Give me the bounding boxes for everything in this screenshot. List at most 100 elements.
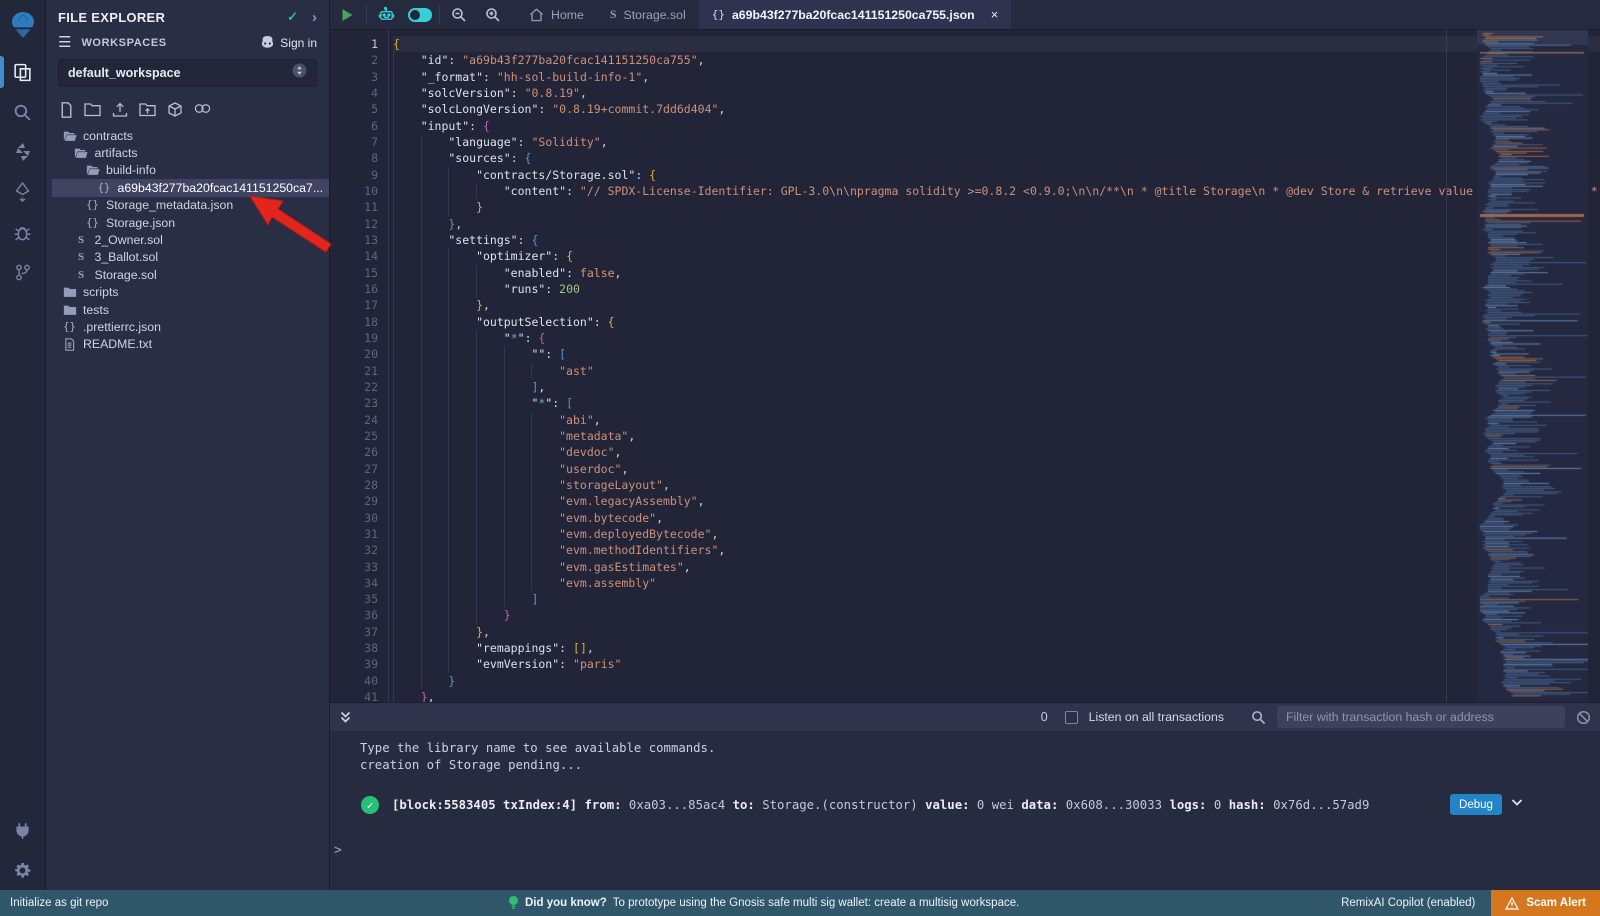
terminal[interactable]: Type the library name to see available c… bbox=[330, 731, 1600, 890]
tab-storage-sol[interactable]: SStorage.sol bbox=[597, 0, 699, 29]
indent-guide bbox=[393, 428, 421, 444]
tree-item-storage-json[interactable]: {}Storage.json bbox=[52, 214, 329, 231]
minimap[interactable] bbox=[1477, 30, 1588, 702]
sidebar-item-plugin-manager[interactable] bbox=[0, 810, 46, 850]
workspace-select[interactable]: default_workspace bbox=[58, 59, 317, 87]
workspaces-label: WORKSPACES bbox=[81, 37, 260, 49]
chevron-right-icon[interactable]: › bbox=[312, 10, 317, 25]
sidebar-item-file-explorer[interactable] bbox=[0, 52, 46, 92]
remix-logo-icon[interactable] bbox=[0, 0, 46, 52]
load-cube-icon[interactable] bbox=[167, 102, 183, 118]
zoom-in-icon[interactable] bbox=[476, 0, 510, 29]
tree-item-storage-sol[interactable]: SStorage.sol bbox=[52, 266, 329, 283]
line-number: 14 bbox=[330, 248, 378, 264]
tree-item-2-owner-sol[interactable]: S2_Owner.sol bbox=[52, 231, 329, 248]
indent-guide bbox=[421, 265, 449, 281]
tx-segment: 0x608...30033 bbox=[1058, 798, 1169, 812]
code-token: * bbox=[511, 331, 518, 345]
upload-file-icon[interactable] bbox=[112, 102, 128, 118]
code-line: "settings": { bbox=[393, 232, 1600, 248]
indent-guide bbox=[393, 183, 421, 199]
tab-home[interactable]: Home bbox=[516, 0, 597, 29]
indent-guide bbox=[393, 526, 421, 542]
sidebar-item-solidity-compiler[interactable] bbox=[0, 132, 46, 172]
transaction-row[interactable]: ✓ [block:5583405 txIndex:4] from: 0xa03.… bbox=[330, 793, 1600, 817]
github-icon bbox=[260, 36, 275, 50]
indent-guide bbox=[393, 232, 421, 248]
indent-guide bbox=[421, 199, 449, 215]
tree-item-readme-txt[interactable]: README.txt bbox=[52, 336, 329, 353]
indent-guide bbox=[421, 150, 449, 166]
line-number: 28 bbox=[330, 477, 378, 493]
sidebar-item-debugger[interactable] bbox=[0, 212, 46, 252]
copilot-status[interactable]: RemixAI Copilot (enabled) bbox=[1341, 897, 1475, 909]
new-file-icon[interactable] bbox=[60, 102, 73, 118]
zoom-out-icon[interactable] bbox=[442, 0, 476, 29]
tree-item-scripts[interactable]: scripts bbox=[52, 284, 329, 301]
line-number: 31 bbox=[330, 526, 378, 542]
sidebar-item-settings[interactable] bbox=[0, 850, 46, 890]
tree-item-label: a69b43f277ba20fcac141151250ca7... bbox=[118, 181, 324, 195]
solidity-icon: S bbox=[74, 234, 89, 246]
tree-item-label: scripts bbox=[83, 285, 119, 299]
indent-guide bbox=[448, 559, 476, 575]
sidebar-item-search[interactable] bbox=[0, 92, 46, 132]
indent-guide bbox=[448, 510, 476, 526]
tree-item-build-info[interactable]: build-info bbox=[52, 162, 329, 179]
copilot-toggle[interactable] bbox=[403, 0, 437, 29]
tree-item-artifacts[interactable]: artifacts bbox=[52, 144, 329, 161]
code-token: "input" bbox=[421, 119, 469, 133]
code-token: [ bbox=[566, 396, 573, 410]
code-token: { bbox=[483, 119, 490, 133]
code-token: : bbox=[545, 282, 559, 296]
indent-guide bbox=[448, 395, 476, 411]
tree-item-a69b43f277ba20fcac141151250ca7-[interactable]: {}a69b43f277ba20fcac141151250ca7... bbox=[52, 179, 329, 196]
close-tab-icon[interactable]: × bbox=[991, 7, 999, 22]
filter-input[interactable] bbox=[1277, 706, 1565, 728]
tree-item--prettierrc-json[interactable]: {}.prettierrc.json bbox=[52, 318, 329, 335]
tree-item-3-ballot-sol[interactable]: S3_Ballot.sol bbox=[52, 249, 329, 266]
listen-all-checkbox[interactable] bbox=[1065, 711, 1078, 724]
collapse-terminal-icon[interactable] bbox=[339, 710, 352, 724]
indent-guide bbox=[393, 542, 421, 558]
ai-assistant-icon[interactable] bbox=[369, 0, 403, 29]
run-script-button[interactable] bbox=[330, 0, 364, 29]
tab-a69b43f277ba20fcac141151250ca755-json[interactable]: {}a69b43f277ba20fcac141151250ca755.json× bbox=[699, 0, 1012, 29]
check-icon: ✓ bbox=[287, 9, 298, 25]
git-init-button[interactable]: Initialize as git repo bbox=[10, 897, 108, 909]
line-number: 36 bbox=[330, 607, 378, 623]
line-number: 11 bbox=[330, 199, 378, 215]
indent-guide bbox=[448, 346, 476, 362]
import-link-icon[interactable] bbox=[194, 102, 211, 118]
new-folder-icon[interactable] bbox=[84, 102, 101, 118]
sidebar-item-git[interactable] bbox=[0, 252, 46, 292]
indent-guide bbox=[531, 542, 559, 558]
tree-item-storage-metadata-json[interactable]: {}Storage_metadata.json bbox=[52, 197, 329, 214]
indent-guide bbox=[393, 656, 421, 672]
folder-open-icon bbox=[85, 164, 100, 176]
upload-folder-icon[interactable] bbox=[139, 102, 156, 118]
tx-segment: logs: bbox=[1169, 798, 1206, 812]
code-token: : bbox=[483, 70, 497, 84]
scam-alert-button[interactable]: Scam Alert bbox=[1491, 890, 1600, 916]
indent-guide bbox=[421, 493, 449, 509]
sidebar-item-deploy-and-run[interactable] bbox=[0, 172, 46, 212]
sign-in-button[interactable]: Sign in bbox=[260, 36, 317, 50]
folder-open-icon bbox=[62, 130, 77, 142]
tree-item-contracts[interactable]: contracts bbox=[52, 127, 329, 144]
code-token: , bbox=[483, 298, 490, 312]
hamburger-menu-icon[interactable]: ☰ bbox=[58, 35, 71, 50]
gutter-border bbox=[388, 30, 389, 702]
clear-console-icon[interactable] bbox=[1576, 710, 1591, 725]
indent-guide bbox=[448, 591, 476, 607]
expand-tx-icon[interactable] bbox=[1510, 795, 1524, 812]
debug-button[interactable]: Debug bbox=[1450, 794, 1502, 815]
tree-item-tests[interactable]: tests bbox=[52, 301, 329, 318]
indent-guide bbox=[393, 216, 421, 232]
code-editor[interactable]: 1234567891011121314151617181920212223242… bbox=[330, 30, 1600, 702]
indent-guide bbox=[476, 607, 504, 623]
tree-item-label: Storage.json bbox=[106, 216, 175, 230]
terminal-prompt[interactable]: > bbox=[334, 843, 342, 858]
code-line: "devdoc", bbox=[393, 444, 1600, 460]
indent-guide bbox=[421, 183, 449, 199]
